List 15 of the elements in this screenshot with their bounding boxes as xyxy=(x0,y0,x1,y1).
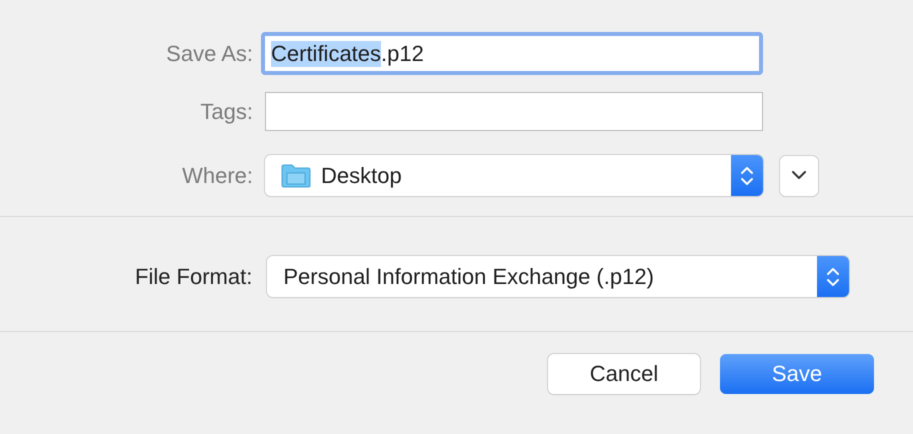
tags-label: Tags: xyxy=(200,98,253,126)
up-down-arrows-icon xyxy=(826,266,840,288)
cancel-button[interactable]: Cancel xyxy=(548,354,700,394)
folder-icon xyxy=(281,164,311,188)
save-as-field[interactable]: Certificates.p12 xyxy=(261,32,763,75)
chevron-icon xyxy=(792,171,806,180)
file-format-label: File Format: xyxy=(135,264,252,290)
location-popup[interactable]: Desktop xyxy=(265,155,763,196)
save-as-label: Save As: xyxy=(166,40,253,68)
expand-button[interactable] xyxy=(780,156,818,196)
up-down-arrows-icon xyxy=(740,164,754,186)
file-format-popup[interactable]: Personal Information Exchange (.p12) xyxy=(267,256,850,297)
save-button[interactable]: Save xyxy=(720,354,874,394)
tags-field[interactable] xyxy=(265,92,763,131)
where-label: Where: xyxy=(182,162,253,190)
